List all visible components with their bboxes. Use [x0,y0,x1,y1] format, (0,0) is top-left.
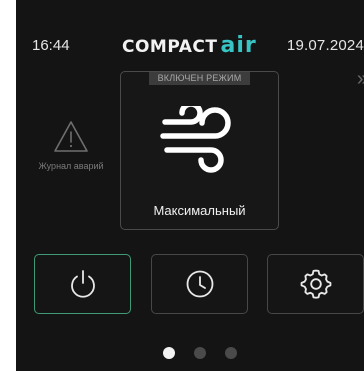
settings-button[interactable] [267,254,364,314]
alarm-log-button[interactable]: Журнал аварий [26,120,116,171]
current-date: 19.07.2024 [286,37,364,54]
page-indicator [163,347,237,359]
page-dot-2[interactable] [194,347,206,359]
clock-time: 16:44 [32,37,70,54]
double-chevron-right-icon[interactable]: » [357,68,364,91]
schedule-button[interactable] [151,254,248,314]
page-dot-3[interactable] [225,347,237,359]
warning-icon [54,121,88,152]
power-icon [70,270,95,298]
page-dot-1[interactable] [163,347,175,359]
logo-main-text: COMPACT [122,37,218,57]
clock-icon [186,270,213,298]
wind-icon [160,106,231,173]
logo-accent-text: air [220,33,257,58]
brand-logo: COMPACT air [122,33,257,58]
device-screen: 16:44 COMPACT air 19.07.2024 » Журнал ав… [16,0,364,371]
gear-icon [300,269,331,299]
alarm-log-label: Журнал аварий [38,161,104,171]
mode-card[interactable]: ВКЛЮЧЕН РЕЖИМ Максимальный [120,71,279,230]
mode-status-badge: ВКЛЮЧЕН РЕЖИМ [149,72,250,85]
power-button[interactable] [34,254,131,314]
mode-label: Максимальный [153,203,246,218]
